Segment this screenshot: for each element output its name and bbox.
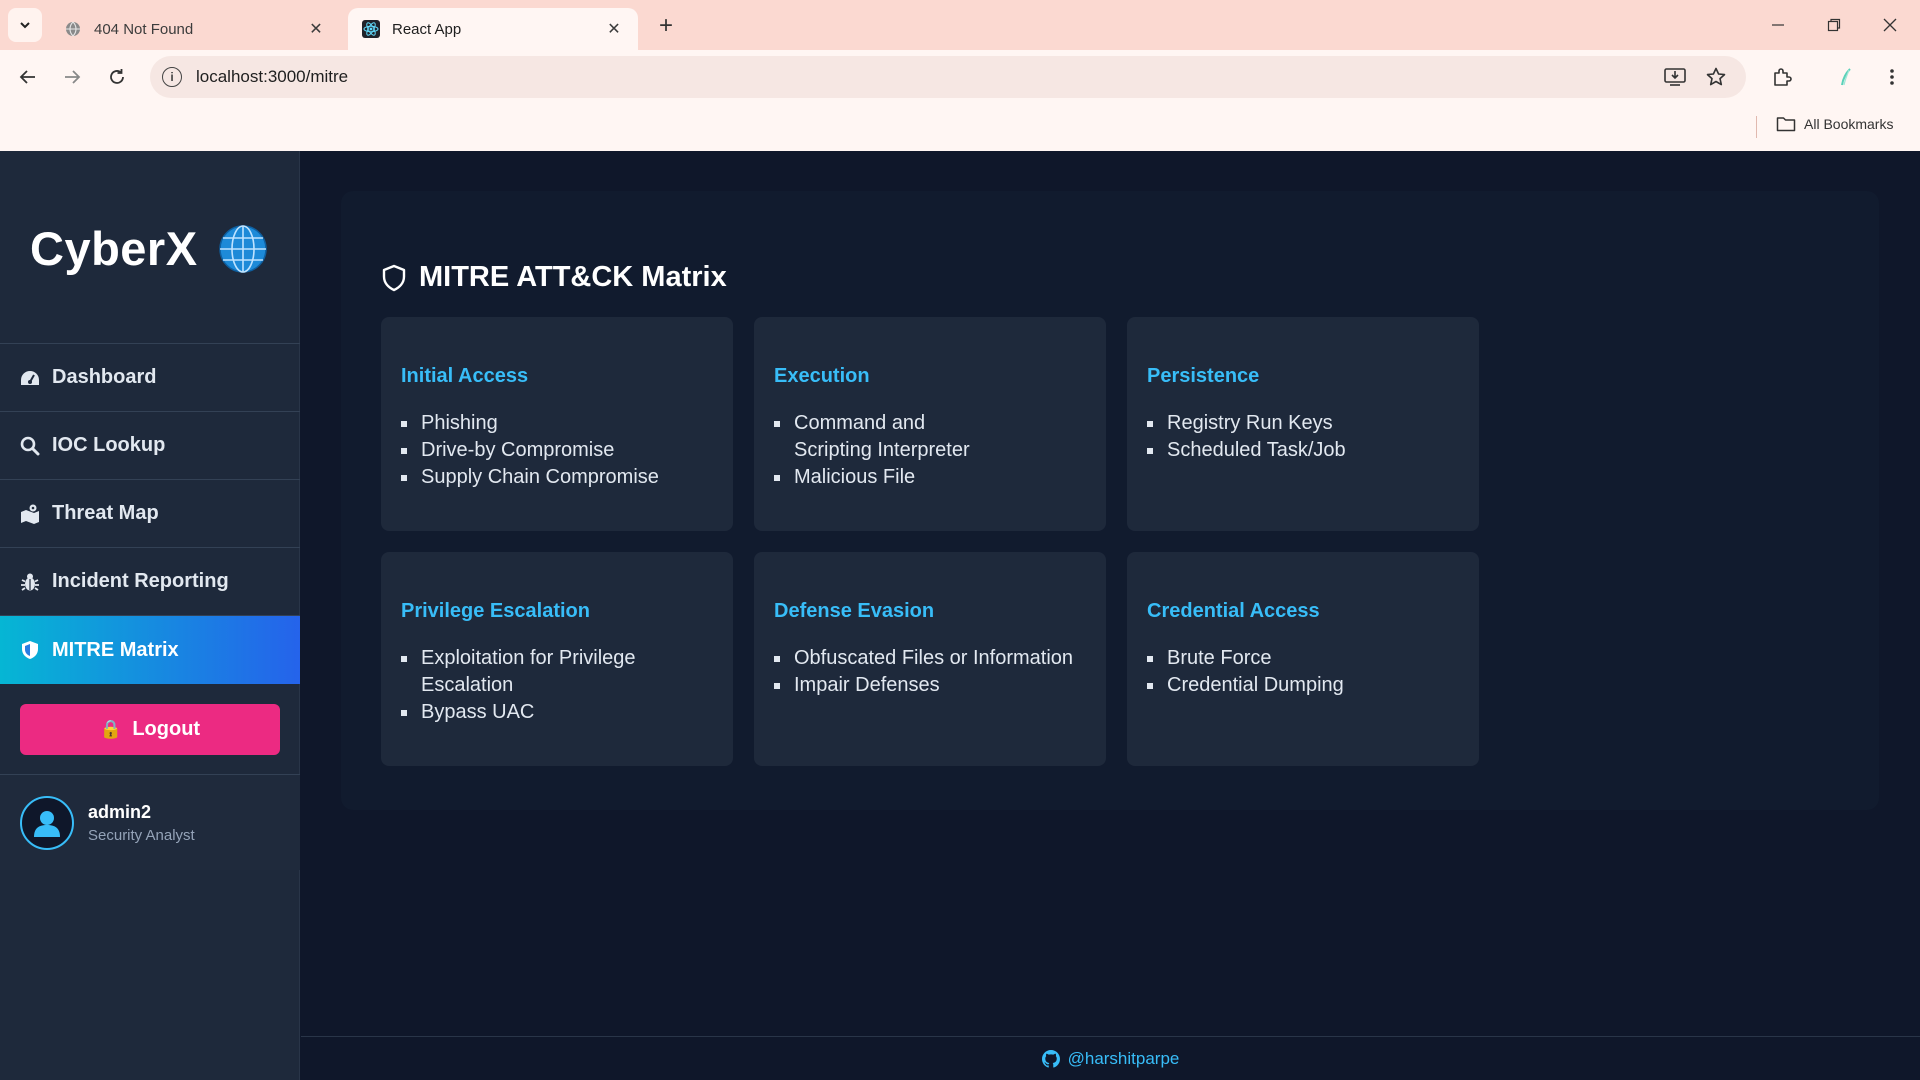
tab-react-app[interactable]: React App ✕: [348, 8, 638, 50]
brand-logo[interactable]: CyberX: [30, 221, 268, 276]
technique-list: Obfuscated Files or Information Impair D…: [774, 645, 1086, 699]
sidebar-item-dashboard[interactable]: Dashboard: [0, 344, 300, 412]
sidebar-item-incident-reporting[interactable]: Incident Reporting: [0, 548, 300, 616]
technique-item: Supply Chain Compromise: [401, 464, 713, 491]
tactic-card-initial-access: Initial Access Phishing Drive-by Comprom…: [381, 317, 733, 531]
app-root: CyberX Dashboard IOC Lookup Threat Map I…: [0, 151, 1920, 1080]
restore-icon[interactable]: [1806, 0, 1862, 50]
browser-toolbar: i localhost:3000/mitre: [0, 50, 1920, 104]
page-title-text: MITRE ATT&CK Matrix: [419, 261, 727, 293]
close-window-icon[interactable]: [1862, 0, 1918, 50]
technique-item: Registry Run Keys: [1147, 410, 1459, 437]
tab-close-icon[interactable]: ✕: [306, 19, 326, 39]
github-handle-link[interactable]: @harshitparpe: [1068, 1049, 1180, 1069]
more-menu-icon[interactable]: [1876, 61, 1908, 93]
technique-item: Scheduled Task/Job: [1147, 437, 1459, 464]
tactic-title: Execution: [774, 365, 870, 387]
technique-list: Phishing Drive-by Compromise Supply Chai…: [401, 410, 713, 491]
chevron-down-icon: [20, 22, 30, 29]
shield-icon: [382, 264, 406, 291]
install-app-icon[interactable]: [1662, 64, 1688, 90]
tactic-card-credential-access: Credential Access Brute Force Credential…: [1127, 552, 1479, 766]
technique-item: Brute Force: [1147, 645, 1459, 672]
tactic-card-privilege-escalation: Privilege Escalation Exploitation for Pr…: [381, 552, 733, 766]
gauge-icon: [20, 368, 40, 388]
mitre-panel: MITRE ATT&CK Matrix Initial Access Phish…: [341, 191, 1879, 810]
tab-404-not-found[interactable]: 404 Not Found ✕: [50, 8, 340, 50]
technique-item: Obfuscated Files or Information: [774, 645, 1086, 672]
profile-icon[interactable]: [1830, 61, 1862, 93]
tactic-title: Defense Evasion: [774, 600, 935, 622]
star-icon[interactable]: [1703, 64, 1729, 90]
technique-list: Command and Scripting Interpreter Malici…: [774, 410, 1086, 491]
site-info-icon[interactable]: i: [162, 67, 182, 87]
page-title: MITRE ATT&CK Matrix: [381, 261, 727, 294]
map-icon: [20, 504, 40, 524]
technique-list: Registry Run Keys Scheduled Task/Job: [1147, 410, 1459, 464]
shield-icon: [20, 640, 40, 660]
url-text: localhost:3000/mitre: [196, 67, 349, 86]
back-icon[interactable]: [12, 61, 44, 93]
bookmarks-separator: [1756, 116, 1757, 138]
avatar[interactable]: [20, 795, 74, 850]
user-role: Security Analyst: [88, 826, 195, 844]
extensions-icon[interactable]: [1766, 61, 1798, 93]
search-icon: [20, 436, 40, 456]
sidebar-item-threat-map[interactable]: Threat Map: [0, 480, 300, 548]
logout-button[interactable]: 🔒 Logout: [20, 704, 280, 755]
sidebar: CyberX Dashboard IOC Lookup Threat Map I…: [0, 151, 300, 1080]
tactic-title: Persistence: [1147, 365, 1260, 387]
technique-item: Impair Defenses: [774, 672, 1086, 699]
tab-title: React App: [392, 20, 462, 38]
browser-tab-bar: 404 Not Found ✕ React App ✕ +: [0, 0, 1920, 50]
sidebar-item-label: IOC Lookup: [52, 434, 166, 456]
react-icon: [362, 20, 380, 38]
sidebar-item-mitre-matrix[interactable]: MITRE Matrix: [0, 616, 300, 684]
reload-icon[interactable]: [101, 61, 133, 93]
technique-item: Credential Dumping: [1147, 672, 1459, 699]
globe-icon: [64, 20, 82, 38]
tab-title: 404 Not Found: [94, 20, 194, 38]
tab-search-button[interactable]: [8, 8, 42, 42]
technique-item: Command and Scripting Interpreter: [774, 410, 1004, 464]
tactic-title: Credential Access: [1147, 600, 1320, 622]
sidebar-item-label: MITRE Matrix: [52, 638, 179, 661]
technique-list: Brute Force Credential Dumping: [1147, 645, 1459, 699]
bookmarks-bar: All Bookmarks: [0, 104, 1920, 151]
technique-item: Bypass UAC: [401, 699, 713, 726]
logout-label: Logout: [132, 718, 201, 740]
sidebar-item-label: Incident Reporting: [52, 570, 229, 592]
tactic-card-persistence: Persistence Registry Run Keys Scheduled …: [1127, 317, 1479, 531]
technique-item: Drive-by Compromise: [401, 437, 713, 464]
sidebar-item-label: Threat Map: [52, 502, 159, 524]
technique-list: Exploitation for Privilege Escalation By…: [401, 645, 713, 726]
sidebar-item-ioc-lookup[interactable]: IOC Lookup: [0, 412, 300, 480]
tactic-card-defense-evasion: Defense Evasion Obfuscated Files or Info…: [754, 552, 1106, 766]
minimize-icon[interactable]: [1750, 0, 1806, 50]
user-icon: [34, 810, 60, 837]
bug-icon: [20, 572, 40, 592]
lock-icon: 🔒: [99, 719, 123, 739]
user-name: admin2: [88, 801, 152, 822]
globe-icon: [218, 224, 267, 273]
main-content: MITRE ATT&CK Matrix Initial Access Phish…: [301, 151, 1920, 1036]
forward-icon[interactable]: [56, 61, 88, 93]
technique-item: Exploitation for Privilege Escalation: [401, 645, 641, 699]
footer: @harshitparpe: [301, 1036, 1920, 1080]
new-tab-button[interactable]: +: [652, 12, 680, 40]
sidebar-item-label: Dashboard: [52, 366, 157, 388]
tactic-title: Privilege Escalation: [401, 600, 590, 622]
tab-close-icon[interactable]: ✕: [604, 19, 624, 39]
user-profile-card: admin2 Security Analyst: [0, 775, 300, 870]
address-bar[interactable]: i localhost:3000/mitre: [150, 56, 1746, 98]
technique-item: Malicious File: [774, 464, 1086, 491]
technique-item: Phishing: [401, 410, 713, 437]
all-bookmarks-label: All Bookmarks: [1804, 116, 1894, 132]
tactic-title: Initial Access: [401, 365, 529, 387]
folder-icon: [1776, 117, 1796, 132]
brand-name: CyberX: [30, 222, 198, 275]
tactic-card-execution: Execution Command and Scripting Interpre…: [754, 317, 1106, 531]
github-icon: [1041, 1049, 1060, 1068]
all-bookmarks-button[interactable]: All Bookmarks: [1776, 116, 1893, 132]
